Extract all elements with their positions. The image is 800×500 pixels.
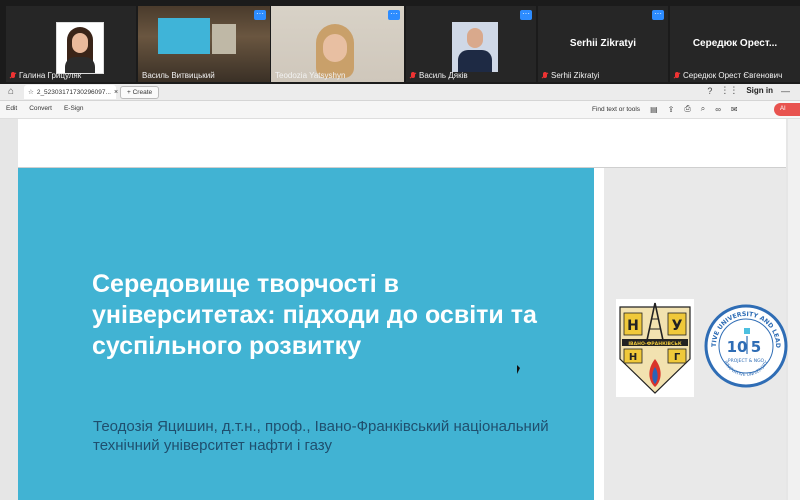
mic-muted-icon: [674, 72, 680, 79]
participant-name: Галина Грицуляк: [10, 71, 81, 80]
browser-tab[interactable]: ☆ 2_52303171730296097... ×: [24, 85, 118, 99]
svg-text:Г: Г: [674, 352, 681, 363]
menu-edit[interactable]: Edit: [6, 105, 17, 112]
create-button[interactable]: + Create: [120, 86, 160, 99]
previous-page: [18, 119, 786, 167]
participant-name: Teodozia Yatsyshyn: [275, 71, 346, 80]
tab-close-icon[interactable]: ×: [114, 89, 118, 96]
svg-text:Н: Н: [627, 318, 639, 334]
participant-name: Serhii Zikratyi: [542, 71, 599, 80]
menu-convert[interactable]: Convert: [29, 105, 52, 112]
mail-icon[interactable]: ✉: [731, 105, 738, 114]
more-options-button[interactable]: ···: [652, 10, 664, 20]
innovative-university-logo: INNOVATIVE UNIVERSITY AND LEADERSHIP INN…: [704, 302, 788, 388]
upload-icon[interactable]: ⇪: [668, 105, 675, 114]
browser-tab-bar: ⌂ ☆ 2_52303171730296097... × + Create ? …: [0, 84, 800, 101]
participant-label: Середюк Орест...: [692, 38, 778, 49]
svg-text:10: 10: [727, 338, 748, 356]
svg-text:5: 5: [751, 338, 761, 356]
svg-text:ІВАНО-ФРАНКІВСЬК: ІВАНО-ФРАНКІВСЬК: [628, 341, 682, 347]
participant-tile-1[interactable]: Галина Грицуляк: [6, 6, 136, 82]
minimize-icon[interactable]: —: [781, 86, 790, 96]
pdf-toolbar: Edit Convert E-Sign Find text or tools ▤…: [0, 101, 800, 119]
vertical-scrollbar[interactable]: [788, 119, 800, 500]
document-icon[interactable]: ▤: [650, 105, 658, 114]
participant-avatar: [56, 22, 104, 74]
apps-grid-icon[interactable]: ⋮⋮: [720, 85, 738, 96]
toolbar-menu: Edit Convert E-Sign: [6, 105, 83, 112]
participant-tile-6[interactable]: Середюк Орест... Середюк Орест Євгенович: [670, 6, 800, 82]
participant-avatar: [452, 22, 498, 72]
participant-tile-4[interactable]: ··· Василь Дяків: [406, 6, 536, 82]
tab-title: 2_52303171730296097...: [36, 88, 111, 96]
participant-tile-3-active[interactable]: ··· Teodozia Yatsyshyn: [271, 6, 404, 82]
link-icon[interactable]: ∞: [715, 105, 721, 114]
svg-text:Н: Н: [629, 352, 637, 363]
video-strip: Галина Грицуляк ··· Василь Витвицький ··…: [0, 0, 800, 84]
more-options-button[interactable]: ···: [520, 10, 532, 20]
slide-author: Теодозія Яцишин, д.т.н., проф., Івано-Фр…: [93, 418, 549, 454]
participant-label: Serhii Zikratyi: [569, 38, 637, 49]
slide-page: Середовище творчості в університетах: пі…: [18, 168, 788, 500]
participant-tile-2[interactable]: ··· Василь Витвицький: [138, 6, 270, 82]
participant-name: Василь Витвицький: [142, 71, 215, 80]
ai-assistant-button[interactable]: AI: [774, 103, 800, 116]
star-icon[interactable]: ☆: [28, 88, 34, 96]
participant-name: Середюк Орест Євгенович: [674, 71, 782, 80]
mic-muted-icon: [10, 72, 16, 79]
svg-text:PROJECT & NGO: PROJECT & NGO: [728, 358, 765, 364]
more-options-button[interactable]: ···: [388, 10, 400, 20]
menu-e-sign[interactable]: E-Sign: [64, 105, 84, 112]
document-viewport[interactable]: Середовище творчості в університетах: пі…: [0, 119, 800, 500]
print-icon[interactable]: ⎙: [684, 104, 690, 114]
search-icon[interactable]: ⌕: [701, 104, 705, 114]
mic-muted-icon: [542, 72, 548, 79]
browser-right-controls: ? ⋮⋮ Sign in —: [707, 85, 790, 96]
participant-tile-5[interactable]: Serhii Zikratyi ··· Serhii Zikratyi: [538, 6, 668, 82]
toolbar-tools: Find text or tools ▤ ⇪ ⎙ ⌕ ∞ ✉: [592, 104, 738, 114]
sign-in-button[interactable]: Sign in: [746, 86, 773, 95]
home-icon[interactable]: ⌂: [8, 86, 14, 97]
mouse-cursor-icon: [517, 365, 520, 374]
more-options-button[interactable]: ···: [254, 10, 266, 20]
svg-text:У: У: [672, 318, 683, 334]
find-tools-search[interactable]: Find text or tools: [592, 106, 640, 113]
university-logo: Н У ІВАНО-ФРАНКІВСЬК Н Г: [616, 299, 694, 397]
help-icon[interactable]: ?: [707, 86, 712, 96]
mic-muted-icon: [410, 72, 416, 79]
slide-title-panel: Середовище творчості в університетах: пі…: [18, 168, 594, 500]
participant-name: Василь Дяків: [410, 71, 468, 80]
slide-title: Середовище творчості в університетах: пі…: [92, 270, 537, 360]
